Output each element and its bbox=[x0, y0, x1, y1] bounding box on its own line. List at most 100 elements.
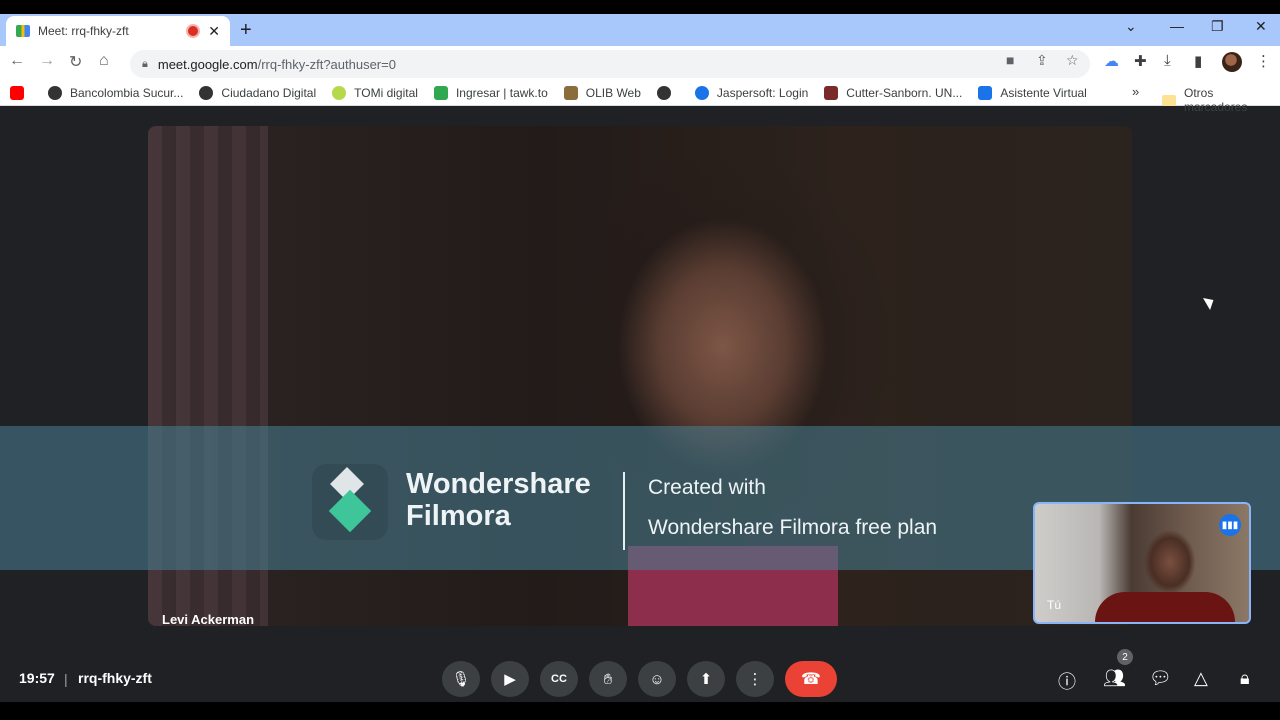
download-icon[interactable]: ⤓ bbox=[1164, 52, 1171, 69]
folder-icon bbox=[1162, 94, 1176, 106]
url-path: /rrq-fhky-zft?authuser=0 bbox=[257, 56, 396, 72]
globe-icon bbox=[199, 85, 214, 100]
address-bar[interactable]: 🔒︎ meet.google.com/rrq-fhky-zft?authuser… bbox=[130, 50, 1090, 78]
bookmark-label: OLIB Web bbox=[585, 85, 641, 100]
bookmark-label: Ingresar | tawk.to bbox=[455, 85, 548, 100]
restore-icon[interactable]: ❐ bbox=[1211, 18, 1224, 35]
jaspersoft-icon bbox=[694, 85, 709, 100]
watermark-created-line2: Wondershare Filmora free plan bbox=[648, 516, 938, 539]
watermark-created-line1: Created with bbox=[648, 476, 766, 499]
back-icon[interactable]: ← bbox=[9, 52, 25, 70]
people-icon[interactable]: 👥︎ bbox=[1103, 668, 1126, 689]
bookmark-item[interactable]: Ingresar | tawk.to bbox=[433, 85, 548, 100]
bookmark-youtube[interactable] bbox=[10, 85, 32, 100]
watermark-brand-line1: Wondershare bbox=[406, 468, 591, 500]
globe-icon bbox=[48, 85, 62, 100]
emoji-icon: ☺ bbox=[649, 670, 665, 688]
unam-icon bbox=[824, 85, 839, 100]
more-vert-icon: ⋮ bbox=[747, 671, 763, 688]
bookmark-label: Ciudadano Digital bbox=[221, 85, 317, 100]
extension-cloud-icon[interactable]: ☁ bbox=[1104, 52, 1119, 70]
url-text: meet.google.com/rrq-fhky-zft?authuser=0 bbox=[158, 57, 396, 72]
camera-button[interactable]: ▶︎ bbox=[491, 661, 529, 697]
minimize-icon[interactable]: — bbox=[1170, 18, 1184, 34]
reload-icon[interactable]: ↻ bbox=[69, 52, 82, 72]
watermark-divider bbox=[623, 472, 625, 550]
present-screen-icon: ⬆ bbox=[699, 671, 713, 688]
meeting-details-icon[interactable]: ⓘ bbox=[1058, 668, 1076, 694]
watermark-created-with: Created with Wondershare Filmora free pl… bbox=[648, 468, 937, 548]
lock-icon: 🔒︎ bbox=[142, 57, 148, 70]
forward-icon[interactable]: → bbox=[39, 52, 55, 70]
side-panel-icon[interactable]: ▮ bbox=[1194, 52, 1202, 70]
more-bookmarks-button[interactable]: » bbox=[1132, 84, 1139, 99]
bookmark-label: Jaspersoft: Login bbox=[716, 85, 809, 100]
tab-title: Meet: rrq-fhky-zft bbox=[38, 24, 129, 38]
hang-up-icon: ☎︎ bbox=[801, 671, 821, 688]
other-bookmarks-folder[interactable]: Otros marcadores bbox=[1162, 86, 1280, 114]
bookmark-item[interactable]: Asistente Virtual bbox=[978, 85, 1087, 100]
browser-menu-icon[interactable]: ⋮ bbox=[1256, 52, 1271, 70]
participants-count-badge: 2 bbox=[1117, 649, 1133, 665]
bookmark-item[interactable]: Ciudadano Digital bbox=[199, 85, 317, 100]
tab-search-icon[interactable]: ⌄ bbox=[1125, 18, 1137, 35]
main-participant-name: Levi Ackerman bbox=[162, 612, 255, 627]
tab-strip: Meet: rrq-fhky-zft ✕ + ⌄ — ❐ ✕ bbox=[0, 14, 1280, 46]
bookmark-item[interactable]: Jaspersoft: Login bbox=[694, 85, 809, 100]
reactions-button[interactable]: ☺ bbox=[638, 661, 676, 697]
leave-call-button[interactable]: ☎︎ bbox=[785, 661, 837, 697]
microphone-button[interactable]: 🎙︎ bbox=[442, 661, 480, 697]
chat-icon[interactable]: 💬︎ bbox=[1149, 668, 1172, 689]
bookmark-item[interactable] bbox=[656, 85, 679, 100]
host-controls-lock-icon[interactable]: 🔒︎ bbox=[1240, 668, 1250, 689]
camera-icon: ▶︎ bbox=[504, 671, 516, 688]
new-tab-button[interactable]: + bbox=[240, 19, 252, 42]
extensions-puzzle-icon[interactable]: ✚ bbox=[1134, 52, 1147, 70]
close-tab-icon[interactable]: ✕ bbox=[208, 23, 220, 40]
other-bookmarks-label: Otros marcadores bbox=[1184, 86, 1248, 114]
more-options-button[interactable]: ⋮ bbox=[736, 661, 774, 697]
profile-avatar[interactable] bbox=[1222, 52, 1242, 72]
watermark-brand: Wondershare Filmora bbox=[406, 468, 591, 532]
watermark-brand-line2: Filmora bbox=[406, 500, 511, 532]
meeting-code: rrq-fhky-zft bbox=[78, 670, 152, 686]
bookmark-label: Bancolombia Sucur... bbox=[70, 85, 184, 100]
audio-level-icon: ▮▮▮ bbox=[1219, 514, 1241, 536]
recording-indicator-icon bbox=[188, 26, 199, 36]
olib-icon bbox=[563, 85, 578, 100]
raise-hand-button[interactable]: ✋︎ bbox=[589, 661, 627, 697]
self-name-label: Tú bbox=[1047, 598, 1062, 612]
meet-stage: Wondershare Filmora Created with Wonders… bbox=[0, 112, 1280, 702]
mouse-cursor-icon bbox=[1203, 293, 1217, 311]
bookmark-item[interactable]: Bancolombia Sucur... bbox=[48, 85, 184, 100]
globe-icon bbox=[656, 85, 671, 100]
close-window-icon[interactable]: ✕ bbox=[1255, 18, 1267, 35]
bookmark-item[interactable]: TOMi digital bbox=[332, 85, 418, 100]
browser-toolbar: ← → ↻ ⌂ 🔒︎ meet.google.com/rrq-fhky-zft?… bbox=[0, 46, 1280, 80]
present-button[interactable]: ⬆ bbox=[687, 661, 725, 697]
info-divider: | bbox=[64, 671, 68, 687]
bookmark-label: TOMi digital bbox=[354, 85, 418, 100]
bookmark-label: Cutter-Sanborn. UN... bbox=[846, 85, 963, 100]
bookmark-item[interactable]: OLIB Web bbox=[563, 85, 641, 100]
camera-permission-icon[interactable]: ■ bbox=[1006, 52, 1014, 68]
home-icon[interactable]: ⌂ bbox=[99, 52, 109, 70]
meeting-time: 19:57 bbox=[19, 670, 55, 686]
bookmark-label: Asistente Virtual bbox=[1000, 85, 1087, 100]
activities-icon[interactable]: △ bbox=[1194, 668, 1208, 689]
bookmark-item[interactable]: Cutter-Sanborn. UN... bbox=[824, 85, 963, 100]
microphone-icon: 🎙︎ bbox=[451, 671, 471, 688]
tab-meet[interactable]: Meet: rrq-fhky-zft ✕ bbox=[6, 16, 230, 46]
captions-icon: CC bbox=[551, 673, 567, 685]
share-icon[interactable]: ⇪ bbox=[1036, 52, 1048, 69]
assistant-icon bbox=[978, 85, 993, 100]
browser-window: Meet: rrq-fhky-zft ✕ + ⌄ — ❐ ✕ ← → ↻ ⌂ 🔒… bbox=[0, 14, 1280, 702]
url-host: meet.google.com bbox=[157, 56, 258, 72]
captions-button[interactable]: CC bbox=[540, 661, 578, 697]
bookmarks-bar: Bancolombia Sucur... Ciudadano Digital T… bbox=[0, 80, 1280, 106]
meet-favicon-icon bbox=[16, 25, 30, 37]
youtube-icon bbox=[10, 85, 24, 100]
tomi-icon bbox=[332, 85, 347, 100]
self-video-tile[interactable]: ▮▮▮ Tú bbox=[1033, 502, 1251, 624]
bookmark-star-icon[interactable]: ☆ bbox=[1066, 52, 1079, 69]
